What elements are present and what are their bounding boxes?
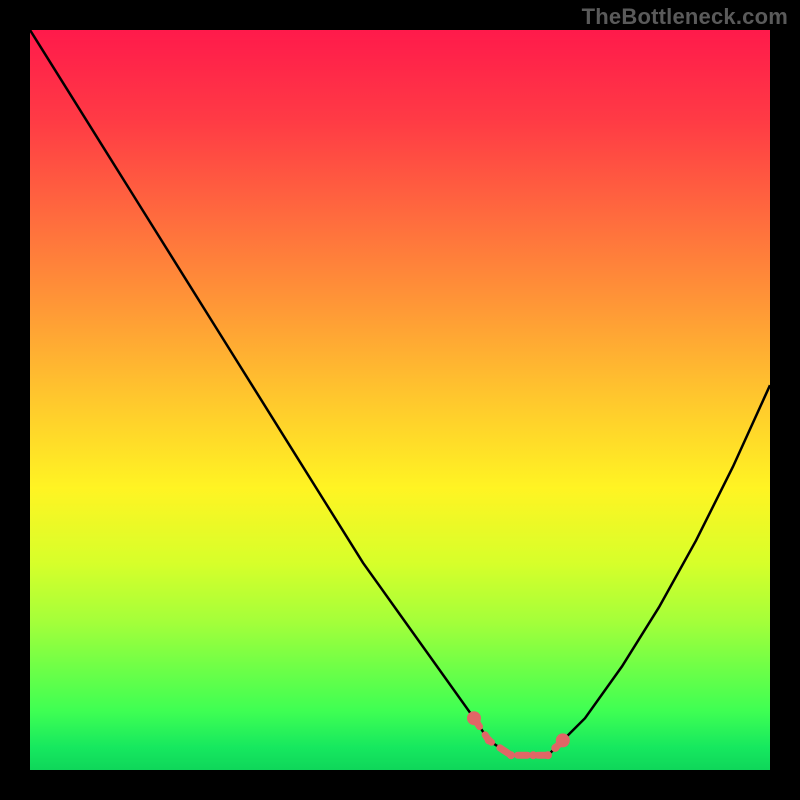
- chart-frame: TheBottleneck.com: [0, 0, 800, 800]
- plot-area: [30, 30, 770, 770]
- watermark-text: TheBottleneck.com: [582, 4, 788, 30]
- optimal-zone-markers: [30, 30, 770, 770]
